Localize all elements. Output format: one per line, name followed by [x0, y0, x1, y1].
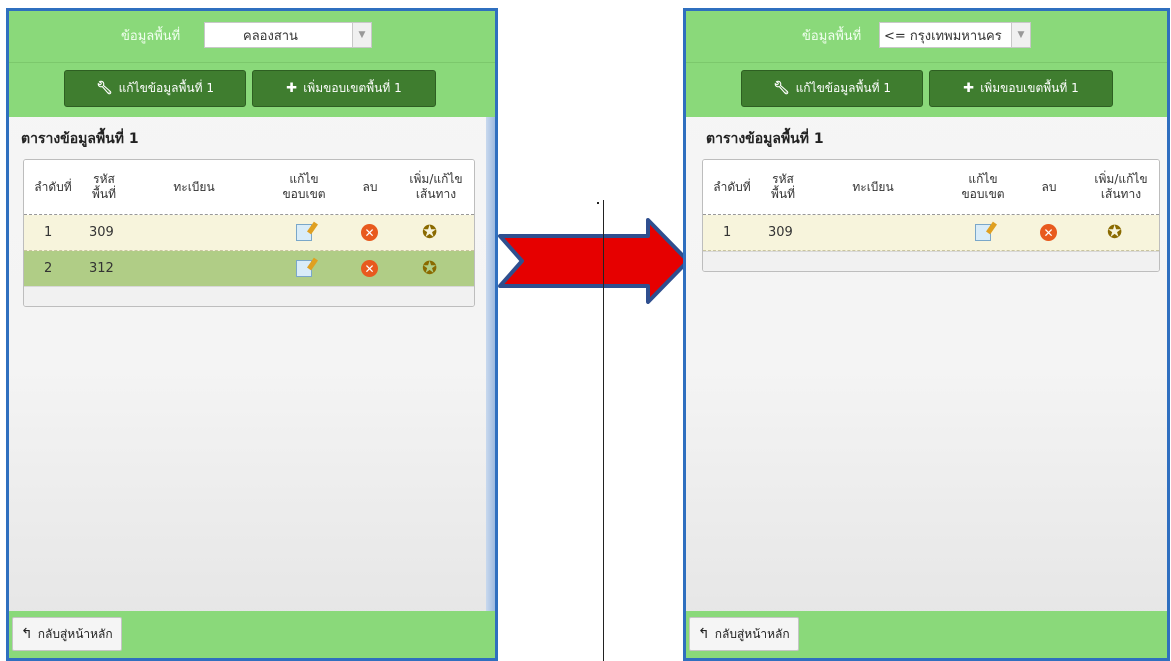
add-boundary-label: เพิ่มขอบเขตพื้นที่ 1	[303, 81, 402, 95]
pencil-paper-icon[interactable]	[296, 260, 312, 277]
col-route: เพิ่ม/แก้ไข เส้นทาง	[1094, 172, 1148, 201]
action-bar: 🔧︎ แก้ไขข้อมูลพื้นที่ 1 ✚ เพิ่มขอบเขตพื้…	[9, 62, 495, 117]
table-row[interactable]: 2 312 ✕ ✪	[24, 251, 474, 286]
col-order: ลำดับที่	[713, 179, 751, 194]
back-arrow-icon: ↰	[21, 626, 33, 642]
panel-before: ข้อมูลพื้นที่ คลองสาน ▼ 🔧︎ แก้ไขข้อมูลพื…	[6, 8, 498, 661]
chevron-down-icon[interactable]: ▼	[352, 23, 371, 47]
col-delete: ลบ	[362, 179, 378, 194]
divider-line	[603, 200, 604, 661]
area-select-value: <= กรุงเทพมหานคร	[884, 28, 1002, 44]
chevron-down-icon[interactable]: ▼	[1011, 23, 1030, 47]
delete-x-icon[interactable]: ✕	[361, 260, 378, 277]
row-order: 1	[723, 225, 732, 240]
area-label: ข้อมูลพื้นที่	[802, 29, 862, 44]
wrench-icon: 🔧︎	[96, 81, 113, 96]
route-pin-icon[interactable]: ✪	[422, 258, 437, 279]
back-home-label: กลับสู่หน้าหลัก	[714, 626, 790, 641]
col-route: เพิ่ม/แก้ไข เส้นทาง	[409, 172, 463, 201]
route-button[interactable]: ✪	[422, 251, 437, 286]
plus-icon: ✚	[286, 81, 298, 96]
edit-boundary-button[interactable]	[296, 215, 312, 250]
route-button[interactable]: ✪	[422, 215, 437, 250]
area-select[interactable]: <= กรุงเทพมหานคร ▼	[879, 22, 1031, 48]
area-header: ข้อมูลพื้นที่ คลองสาน ▼	[9, 11, 495, 62]
route-button[interactable]: ✪	[1107, 215, 1122, 250]
row-order: 1	[44, 225, 53, 240]
panel-after: ข้อมูลพื้นที่ <= กรุงเทพมหานคร ▼ 🔧︎ แก้ไ…	[683, 8, 1170, 661]
edit-area-label: แก้ไขข้อมูลพื้นที่ 1	[118, 81, 214, 95]
col-edit-boundary: แก้ไข ขอบเขต	[961, 172, 1005, 201]
add-boundary-button[interactable]: ✚ เพิ่มขอบเขตพื้นที่ 1	[252, 70, 436, 107]
col-edit-boundary: แก้ไข ขอบเขต	[282, 172, 326, 201]
back-arrow-icon: ↰	[698, 626, 710, 642]
area-label: ข้อมูลพื้นที่	[121, 29, 181, 44]
col-registration: ทะเบียน	[173, 179, 215, 194]
table-footer	[24, 286, 474, 306]
table-header: ลำดับที่ รหัส พื้นที่ ทะเบียน แก้ไข ขอบเ…	[703, 160, 1159, 215]
row-code: 309	[768, 225, 793, 240]
edit-area-button[interactable]: 🔧︎ แก้ไขข้อมูลพื้นที่ 1	[64, 70, 246, 107]
add-boundary-label: เพิ่มขอบเขตพื้นที่ 1	[980, 81, 1079, 95]
stray-dot	[597, 202, 599, 204]
footer-bar: ↰ กลับสู่หน้าหลัก	[686, 611, 1167, 658]
delete-button[interactable]: ✕	[361, 215, 378, 250]
row-code: 312	[89, 261, 114, 276]
table-header: ลำดับที่ รหัส พื้นที่ ทะเบียน แก้ไข ขอบเ…	[24, 160, 474, 215]
edit-boundary-button[interactable]	[975, 215, 991, 250]
edit-area-button[interactable]: 🔧︎ แก้ไขข้อมูลพื้นที่ 1	[741, 70, 923, 107]
table-footer	[703, 251, 1159, 271]
back-home-label: กลับสู่หน้าหลัก	[37, 626, 113, 641]
edit-boundary-button[interactable]	[296, 251, 312, 286]
back-home-button[interactable]: ↰ กลับสู่หน้าหลัก	[12, 617, 122, 651]
area-select[interactable]: คลองสาน ▼	[204, 22, 372, 48]
add-boundary-button[interactable]: ✚ เพิ่มขอบเขตพื้นที่ 1	[929, 70, 1113, 107]
delete-x-icon[interactable]: ✕	[361, 224, 378, 241]
area-table: ลำดับที่ รหัส พื้นที่ ทะเบียน แก้ไข ขอบเ…	[23, 159, 475, 307]
col-delete: ลบ	[1041, 179, 1057, 194]
route-pin-icon[interactable]: ✪	[1107, 222, 1122, 243]
col-code: รหัส พื้นที่	[91, 172, 117, 201]
col-order: ลำดับที่	[34, 179, 72, 194]
route-pin-icon[interactable]: ✪	[422, 222, 437, 243]
wrench-icon: 🔧︎	[773, 81, 790, 96]
table-row[interactable]: 1 309 ✕ ✪	[703, 215, 1159, 251]
col-registration: ทะเบียน	[852, 179, 894, 194]
delete-button[interactable]: ✕	[1040, 215, 1057, 250]
delete-x-icon[interactable]: ✕	[1040, 224, 1057, 241]
delete-button[interactable]: ✕	[361, 251, 378, 286]
action-bar: 🔧︎ แก้ไขข้อมูลพื้นที่ 1 ✚ เพิ่มขอบเขตพื้…	[686, 62, 1167, 117]
row-order: 2	[44, 261, 53, 276]
edit-area-label: แก้ไขข้อมูลพื้นที่ 1	[795, 81, 891, 95]
row-code: 309	[89, 225, 114, 240]
table-title: ตารางข้อมูลพื้นที่ 1	[706, 131, 824, 147]
footer-bar: ↰ กลับสู่หน้าหลัก	[9, 611, 495, 658]
col-code: รหัส พื้นที่	[770, 172, 796, 201]
right-arrow-icon	[498, 218, 690, 304]
area-table: ลำดับที่ รหัส พื้นที่ ทะเบียน แก้ไข ขอบเ…	[702, 159, 1160, 272]
area-select-value: คลองสาน	[243, 28, 298, 44]
pencil-paper-icon[interactable]	[296, 224, 312, 241]
area-header: ข้อมูลพื้นที่ <= กรุงเทพมหานคร ▼	[686, 11, 1167, 62]
pencil-paper-icon[interactable]	[975, 224, 991, 241]
table-row[interactable]: 1 309 ✕ ✪	[24, 215, 474, 251]
table-title: ตารางข้อมูลพื้นที่ 1	[21, 131, 139, 147]
plus-icon: ✚	[963, 81, 975, 96]
back-home-button[interactable]: ↰ กลับสู่หน้าหลัก	[689, 617, 799, 651]
